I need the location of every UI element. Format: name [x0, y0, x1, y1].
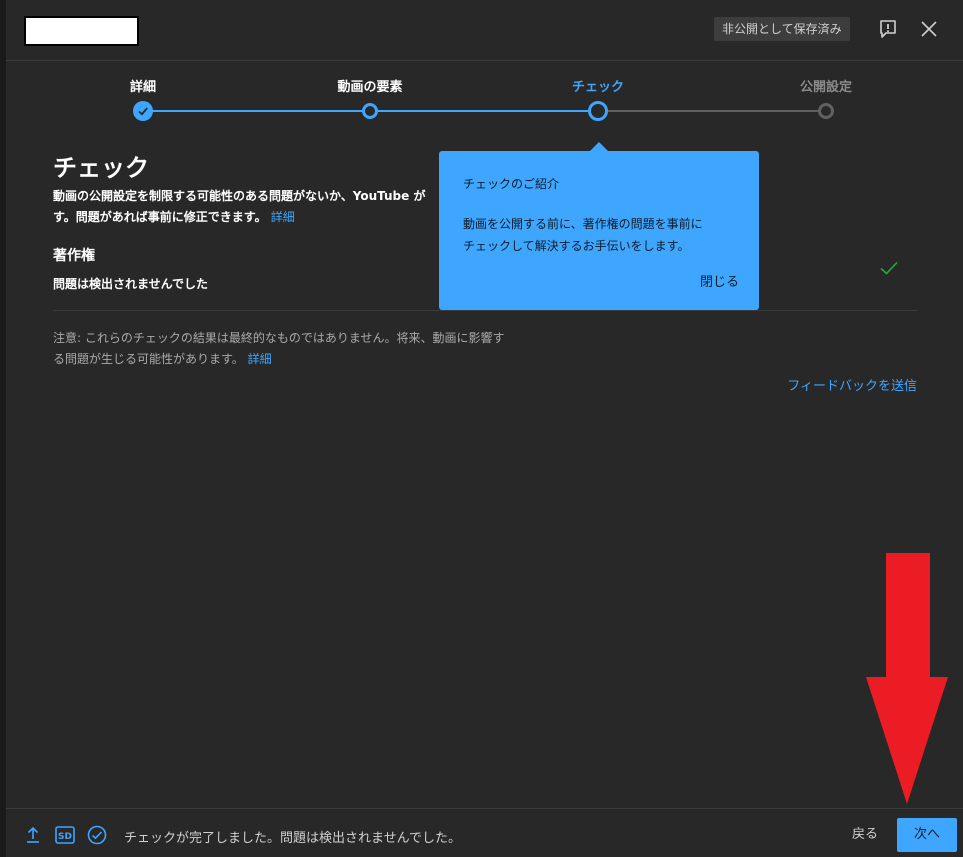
- description-line-1: 動画の公開設定を制限する可能性のある問題がないか、YouTube が: [53, 189, 426, 203]
- note-learn-more-link[interactable]: 詳細: [248, 352, 272, 366]
- step-dot-video-elements[interactable]: [362, 103, 378, 119]
- feedback-icon[interactable]: [876, 17, 900, 41]
- close-icon[interactable]: [917, 17, 941, 41]
- tooltip-body: 動画を公開する前に、著作権の問題を事前に チェックして解決するお手伝いをします。: [463, 213, 743, 257]
- copyright-check-icon: [878, 257, 900, 283]
- step-dot-checks-active[interactable]: [588, 101, 608, 121]
- upload-dialog: 非公開として保存済み 詳細 動画の要素 チェック 公開設定 チェック 動画の公開…: [6, 0, 963, 857]
- back-button[interactable]: 戻る: [840, 821, 890, 849]
- check-circle-icon[interactable]: [86, 824, 108, 846]
- footer-divider: [6, 808, 963, 809]
- step-label-checks[interactable]: チェック: [528, 76, 668, 95]
- checks-intro-tooltip: チェックのご紹介 動画を公開する前に、著作権の問題を事前に チェックして解決する…: [439, 142, 759, 310]
- redacted-video-title: [24, 16, 139, 46]
- note-line-1: 注意: これらのチェックの結果は最終的なものではありません。将来、動画に影響す: [53, 331, 505, 345]
- description-learn-more-link[interactable]: 詳細: [271, 210, 295, 224]
- step-label-visibility[interactable]: 公開設定: [756, 76, 896, 95]
- tooltip-title: チェックのご紹介: [463, 177, 560, 191]
- step-label-video-elements[interactable]: 動画の要素: [300, 76, 440, 95]
- step-dot-details-done[interactable]: [133, 101, 153, 121]
- checks-note: 注意: これらのチェックの結果は最終的なものではありません。将来、動画に影響す …: [53, 328, 583, 370]
- tooltip-body-line-2: チェックして解決するお手伝いをします。: [463, 239, 690, 253]
- step-dot-visibility[interactable]: [818, 103, 834, 119]
- header-divider: [6, 60, 963, 61]
- footer-status-text: チェックが完了しました。問題は検出されませんでした。: [124, 831, 461, 846]
- sd-icon[interactable]: SD: [54, 824, 76, 846]
- content-divider: [53, 310, 917, 311]
- stepper-remaining-line: [598, 110, 826, 112]
- red-arrow-annotation: [862, 553, 952, 811]
- description-line-2: す。問題があれば事前に修正できます。: [53, 210, 267, 224]
- tooltip-body-line-1: 動画を公開する前に、著作権の問題を事前に: [463, 217, 703, 231]
- upload-icon[interactable]: [22, 824, 44, 846]
- copyright-section-title: 著作権: [53, 248, 95, 264]
- saved-status-badge: 非公開として保存済み: [714, 17, 850, 41]
- svg-text:SD: SD: [58, 832, 72, 842]
- next-button[interactable]: 次へ: [897, 818, 957, 852]
- tooltip-arrow: [589, 142, 609, 152]
- tooltip-close-button[interactable]: 閉じる: [700, 271, 739, 290]
- checkmark-icon: [138, 107, 148, 116]
- copyright-status: 問題は検出されませんでした: [53, 277, 209, 291]
- note-line-2: る問題が生じる可能性があります。: [53, 352, 244, 366]
- page-title: チェック: [53, 154, 149, 182]
- checks-description: 動画の公開設定を制限する可能性のある問題がないか、YouTube が す。問題が…: [53, 186, 453, 228]
- step-label-details[interactable]: 詳細: [73, 76, 213, 95]
- send-feedback-link[interactable]: フィードバックを送信: [787, 375, 917, 394]
